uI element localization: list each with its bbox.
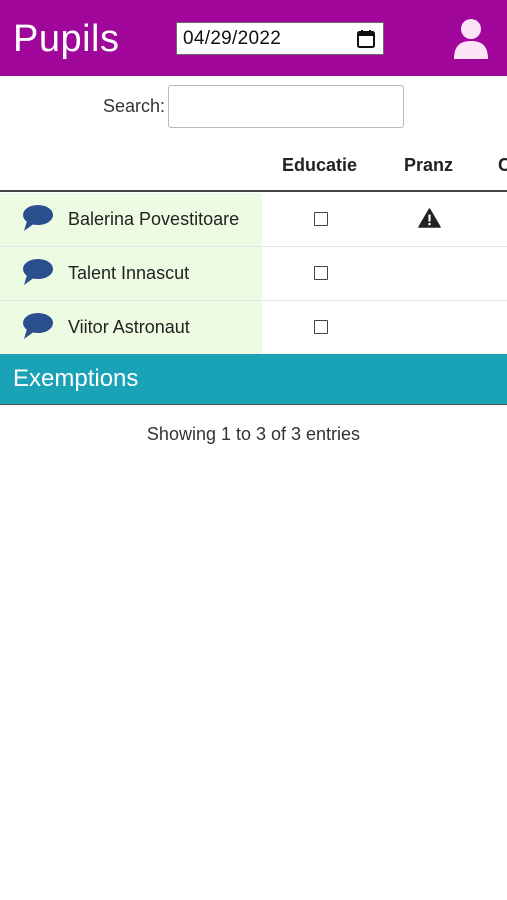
pupil-name: Talent Innascut bbox=[68, 263, 190, 283]
pupil-name: Balerina Povestitoare bbox=[68, 209, 240, 229]
app-header: Pupils 04/29/2022 bbox=[0, 0, 507, 76]
message-icon[interactable] bbox=[22, 312, 54, 340]
educatie-checkbox[interactable] bbox=[314, 320, 328, 334]
date-input[interactable]: 04/29/2022 bbox=[176, 22, 384, 55]
table-info: Showing 1 to 3 of 3 entries bbox=[146, 424, 361, 444]
column-header-pranz[interactable]: Pranz bbox=[404, 155, 453, 176]
pupil-name: Viitor Astronaut bbox=[68, 317, 190, 337]
exemptions-title: Exemptions bbox=[13, 365, 139, 392]
exemptions-section[interactable]: Exemptions bbox=[0, 354, 507, 405]
message-icon[interactable] bbox=[22, 258, 54, 286]
search-label: Search: bbox=[103, 96, 166, 116]
name-cell: Balerina Povestitoare bbox=[0, 193, 262, 246]
name-cell: Viitor Astronaut bbox=[0, 301, 262, 354]
table-row: Balerina Povestitoare bbox=[0, 193, 507, 246]
date-value: 04/29/2022 bbox=[183, 27, 282, 49]
table-row: Talent Innascut bbox=[0, 247, 507, 300]
search-input[interactable] bbox=[168, 85, 404, 128]
page-title: Pupils bbox=[13, 18, 120, 60]
warning-icon bbox=[418, 208, 441, 228]
educatie-checkbox[interactable] bbox=[314, 266, 328, 280]
column-header-truncated[interactable]: C bbox=[498, 155, 507, 176]
user-icon[interactable] bbox=[452, 18, 490, 60]
name-cell: Talent Innascut bbox=[0, 247, 262, 300]
educatie-checkbox[interactable] bbox=[314, 212, 328, 226]
calendar-icon[interactable] bbox=[355, 28, 377, 50]
table-row: Viitor Astronaut bbox=[0, 301, 507, 354]
message-icon[interactable] bbox=[22, 204, 54, 232]
column-header-educatie[interactable]: Educatie bbox=[282, 155, 357, 176]
table-header-divider bbox=[0, 190, 507, 192]
